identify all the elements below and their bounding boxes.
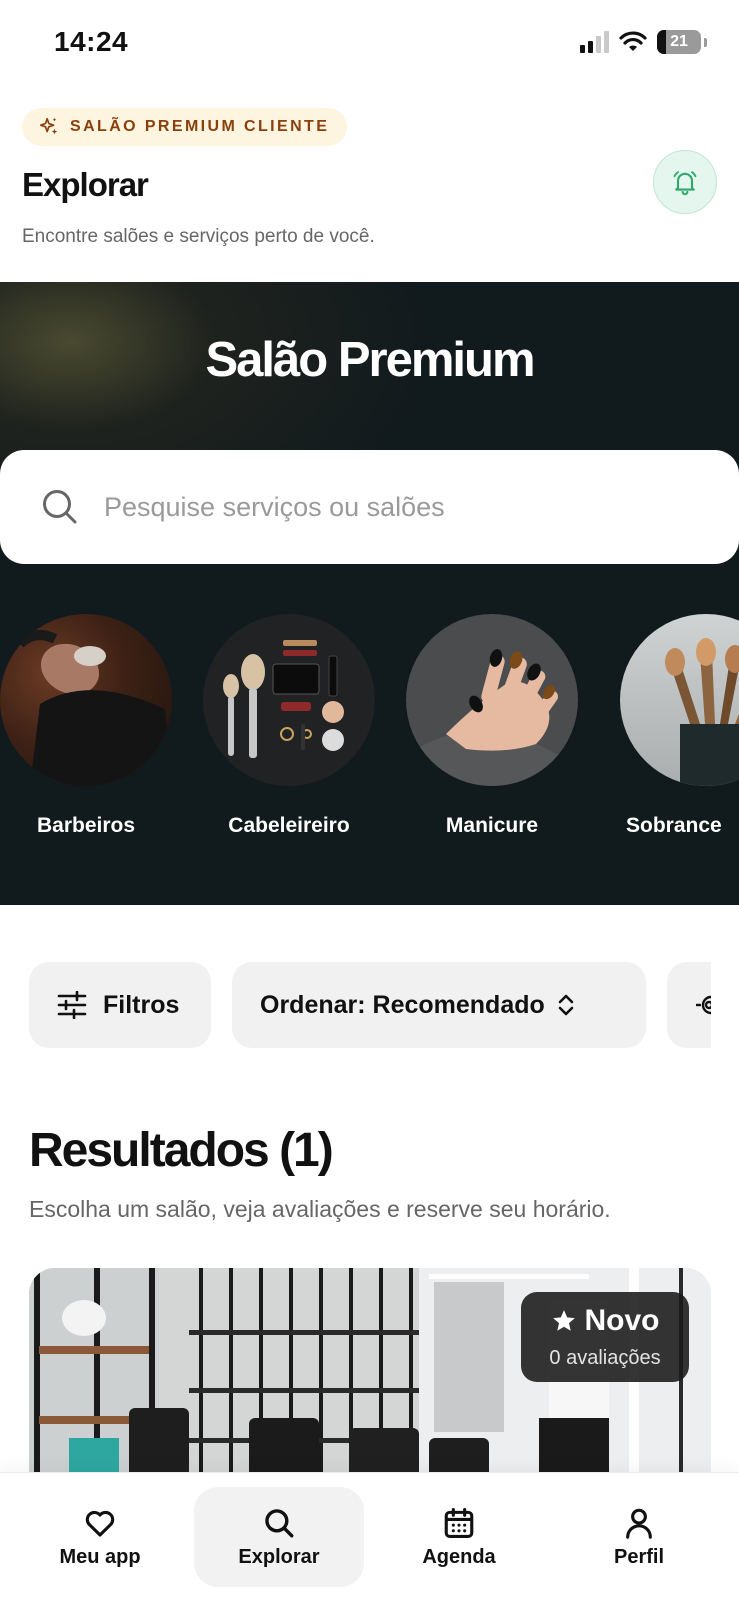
status-time: 14:24	[54, 26, 129, 57]
brand-title: Salão Premium	[205, 333, 535, 387]
notifications-button[interactable]	[653, 150, 717, 214]
category-label: Cabeleireiro	[228, 814, 350, 837]
star-icon	[552, 1310, 575, 1331]
category-image	[203, 614, 375, 786]
chevron-up-down-icon	[558, 994, 574, 1016]
search-bar[interactable]	[0, 450, 739, 564]
location-filter-button[interactable]	[667, 962, 711, 1048]
heart-icon	[85, 1510, 115, 1537]
nav-item-explorar[interactable]: Explorar	[194, 1487, 364, 1587]
cellular-signal-icon	[580, 31, 609, 53]
battery-level: 21	[670, 33, 688, 50]
search-input[interactable]	[104, 491, 684, 523]
category-label: Manicure	[445, 814, 539, 837]
category-manicure[interactable]: Manicure	[406, 614, 578, 837]
premium-badge-label: SALÃO PREMIUM CLIENTE	[70, 118, 330, 135]
nav-label: Perfil	[613, 1545, 665, 1568]
nav-item-agenda[interactable]: Agenda	[374, 1487, 544, 1587]
category-cabeleireiro[interactable]: Cabeleireiro	[203, 614, 375, 837]
user-icon	[626, 1508, 652, 1539]
explore-screen: 14:24 21 SALÃO PREMIUM CLIENTE Explorar …	[0, 0, 739, 1600]
category-image	[620, 614, 739, 786]
sort-dropdown[interactable]: Ordenar: Recomendado	[232, 962, 646, 1048]
results-subtitle: Escolha um salão, veja avaliações e rese…	[29, 1196, 611, 1222]
bell-icon	[673, 171, 697, 196]
category-image	[0, 614, 172, 786]
bottom-navigation: Meu app Explorar Agenda Perfil	[0, 1472, 739, 1600]
nav-item-perfil[interactable]: Perfil	[554, 1487, 724, 1587]
calendar-icon	[444, 1507, 474, 1538]
reviews-count: 0 avaliações	[549, 1347, 661, 1369]
category-barbeiros[interactable]: Barbeiros	[0, 614, 172, 837]
sliders-icon	[57, 991, 87, 1019]
nav-label: Explorar	[238, 1545, 320, 1568]
filters-label: Filtros	[103, 990, 180, 1019]
search-icon	[43, 490, 77, 524]
hero-banner: Salão Premium Barbeiros	[0, 282, 739, 905]
search-icon	[265, 1508, 294, 1537]
category-image	[406, 614, 578, 786]
page-subtitle: Encontre salões e serviços perto de você…	[22, 226, 375, 247]
nav-label: Agenda	[422, 1545, 496, 1568]
nav-item-meu-app[interactable]: Meu app	[15, 1487, 185, 1587]
filters-button[interactable]: Filtros	[29, 962, 211, 1048]
category-sobrancelhas[interactable]: Sobrance	[620, 614, 739, 837]
wifi-icon	[619, 31, 647, 51]
rating-badge: Novo 0 avaliações	[521, 1292, 689, 1382]
status-icons: 21	[580, 30, 707, 54]
location-target-icon	[696, 995, 711, 1015]
status-bar: 14:24 21	[0, 0, 739, 90]
battery-icon: 21	[657, 30, 701, 54]
premium-client-badge: SALÃO PREMIUM CLIENTE	[22, 108, 348, 146]
category-label: Sobrance	[626, 814, 722, 837]
page-title: Explorar	[22, 166, 149, 203]
rating-top: Novo	[521, 1304, 689, 1338]
results-title: Resultados (1)	[29, 1124, 334, 1177]
rating-label: Novo	[584, 1304, 660, 1337]
sort-label: Ordenar: Recomendado	[260, 990, 545, 1019]
salon-card[interactable]: Novo 0 avaliações	[29, 1268, 711, 1498]
category-label: Barbeiros	[36, 814, 136, 837]
sparkles-icon	[39, 117, 58, 135]
battery-tip	[704, 37, 707, 47]
nav-label: Meu app	[59, 1545, 141, 1568]
